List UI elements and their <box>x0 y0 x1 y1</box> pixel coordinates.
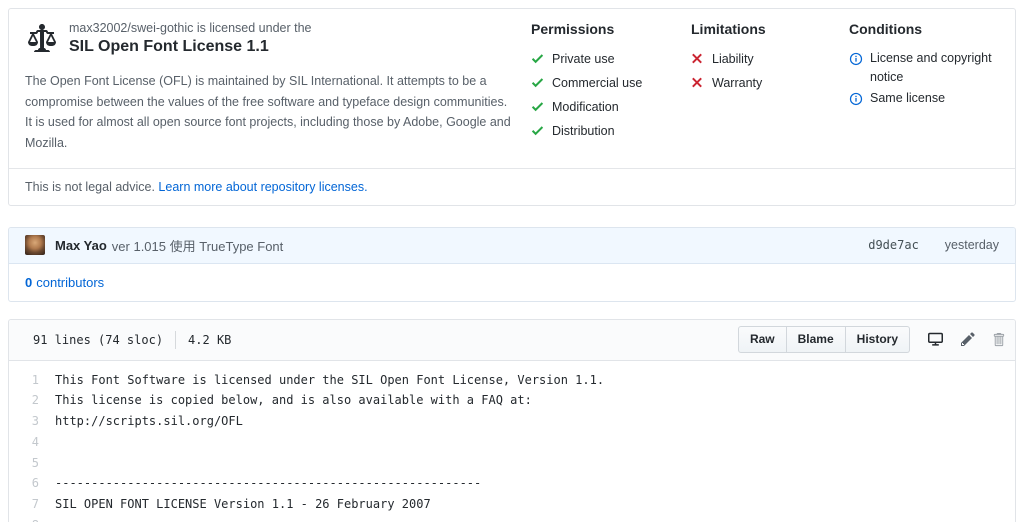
license-rule-item: Distribution <box>531 121 691 144</box>
blame-button[interactable]: Blame <box>787 326 846 353</box>
license-overview-box: max32002/swei-gothic is licensed under t… <box>8 8 1016 206</box>
column-title: Limitations <box>691 21 849 37</box>
rule-label: Private use <box>552 49 615 72</box>
file-lines-info: 91 lines (74 sloc) <box>33 333 163 347</box>
column-title: Conditions <box>849 21 1024 37</box>
code-line: 5 <box>9 453 1015 474</box>
license-rule-item: Private use <box>531 49 691 72</box>
contributors-count: 0 <box>25 275 32 290</box>
license-rule-item: Warranty <box>691 73 849 96</box>
history-button[interactable]: History <box>846 326 910 353</box>
license-description: The Open Font License (OFL) is maintaine… <box>25 71 517 154</box>
license-rule-item: Modification <box>531 97 691 120</box>
license-rule-item: License and copyright notice <box>849 49 1024 88</box>
display-icon[interactable] <box>927 331 944 347</box>
commit-message-link[interactable]: ver 1.015 使用 TrueType Font <box>112 236 283 255</box>
file-actions: RawBlameHistory <box>738 326 1005 353</box>
license-page: max32002/swei-gothic is licensed under t… <box>0 0 1024 522</box>
code-line-text: This license is copied below, and is als… <box>55 390 532 411</box>
license-rule-item: Same license <box>849 89 1024 112</box>
file-info-divider <box>175 331 176 349</box>
law-scales-icon <box>27 22 57 59</box>
column-title: Permissions <box>531 21 691 37</box>
rule-label: Warranty <box>712 73 762 96</box>
contributors-row: 0 contributors <box>9 264 1015 301</box>
code-line-text: SIL OPEN FONT LICENSE Version 1.1 - 26 F… <box>55 494 431 515</box>
line-number[interactable]: 1 <box>9 370 55 391</box>
code-line-text: ----------------------------------------… <box>55 515 481 522</box>
commit-author-link[interactable]: Max Yao <box>55 238 107 253</box>
disclaimer-text: This is not legal advice. <box>25 180 155 194</box>
file-info: 91 lines (74 sloc) 4.2 KB <box>33 331 231 349</box>
repo-license-line: max32002/swei-gothic is licensed under t… <box>69 19 312 37</box>
code-line-text: http://scripts.sil.org/OFL <box>55 411 243 432</box>
license-rule-item: Commercial use <box>531 73 691 96</box>
license-summary: max32002/swei-gothic is licensed under t… <box>25 19 531 154</box>
license-columns: Permissions Private useCommercial useModi… <box>531 19 1024 154</box>
contributors-link[interactable]: 0 contributors <box>25 275 104 290</box>
code-line: 1This Font Software is licensed under th… <box>9 370 1015 391</box>
line-number[interactable]: 8 <box>9 515 55 522</box>
rule-label: Distribution <box>552 121 615 144</box>
code-area: 1This Font Software is licensed under th… <box>9 361 1015 522</box>
code-line: 2This license is copied below, and is al… <box>9 390 1015 411</box>
file-button-group: RawBlameHistory <box>738 326 910 353</box>
line-number[interactable]: 6 <box>9 473 55 494</box>
file-size: 4.2 KB <box>188 333 231 347</box>
edit-pencil-icon[interactable] <box>961 331 975 347</box>
line-number[interactable]: 4 <box>9 432 55 453</box>
license-column-permissions: Permissions Private useCommercial useModi… <box>531 21 691 154</box>
rule-label: Liability <box>712 49 754 72</box>
file-header: 91 lines (74 sloc) 4.2 KB RawBlameHistor… <box>9 320 1015 361</box>
x-icon <box>691 51 705 72</box>
check-icon <box>531 51 545 72</box>
code-line: 3http://scripts.sil.org/OFL <box>9 411 1015 432</box>
code-line: 8---------------------------------------… <box>9 515 1015 522</box>
repository-licenses-link[interactable]: Learn more about repository licenses. <box>158 180 367 194</box>
rule-label: Same license <box>870 89 945 112</box>
code-line: 7SIL OPEN FONT LICENSE Version 1.1 - 26 … <box>9 494 1015 515</box>
commit-sha-link[interactable]: d9de7ac <box>868 238 919 252</box>
raw-button[interactable]: Raw <box>738 326 787 353</box>
avatar[interactable] <box>25 235 45 255</box>
license-rule-item: Liability <box>691 49 849 72</box>
line-number[interactable]: 2 <box>9 390 55 411</box>
license-main: max32002/swei-gothic is licensed under t… <box>9 9 1015 168</box>
check-icon <box>531 123 545 144</box>
rule-label: Modification <box>552 97 619 120</box>
line-number[interactable]: 5 <box>9 453 55 474</box>
license-column-conditions: Conditions License and copyright noticeSa… <box>849 21 1024 154</box>
legal-disclaimer: This is not legal advice. Learn more abo… <box>9 168 1015 205</box>
info-icon <box>849 91 863 112</box>
contributors-label: contributors <box>36 275 104 290</box>
commit-time: yesterday <box>945 238 999 252</box>
license-name-heading: SIL Open Font License 1.1 <box>69 37 312 58</box>
rule-label: Commercial use <box>552 73 642 96</box>
rule-label: License and copyright notice <box>870 49 1024 88</box>
license-column-limitations: Limitations LiabilityWarranty <box>691 21 849 154</box>
line-number[interactable]: 7 <box>9 494 55 515</box>
commit-box: Max Yao ver 1.015 使用 TrueType Font d9de7… <box>8 227 1016 302</box>
code-line-text: ----------------------------------------… <box>55 473 481 494</box>
check-icon <box>531 75 545 96</box>
x-icon <box>691 75 705 96</box>
delete-trash-icon[interactable] <box>992 332 1005 347</box>
code-line-text: This Font Software is licensed under the… <box>55 370 604 391</box>
info-icon <box>849 51 863 88</box>
line-number[interactable]: 3 <box>9 411 55 432</box>
code-line: 4 <box>9 432 1015 453</box>
file-box: 91 lines (74 sloc) 4.2 KB RawBlameHistor… <box>8 319 1016 522</box>
latest-commit-bar: Max Yao ver 1.015 使用 TrueType Font d9de7… <box>9 228 1015 264</box>
code-line: 6---------------------------------------… <box>9 473 1015 494</box>
check-icon <box>531 99 545 120</box>
